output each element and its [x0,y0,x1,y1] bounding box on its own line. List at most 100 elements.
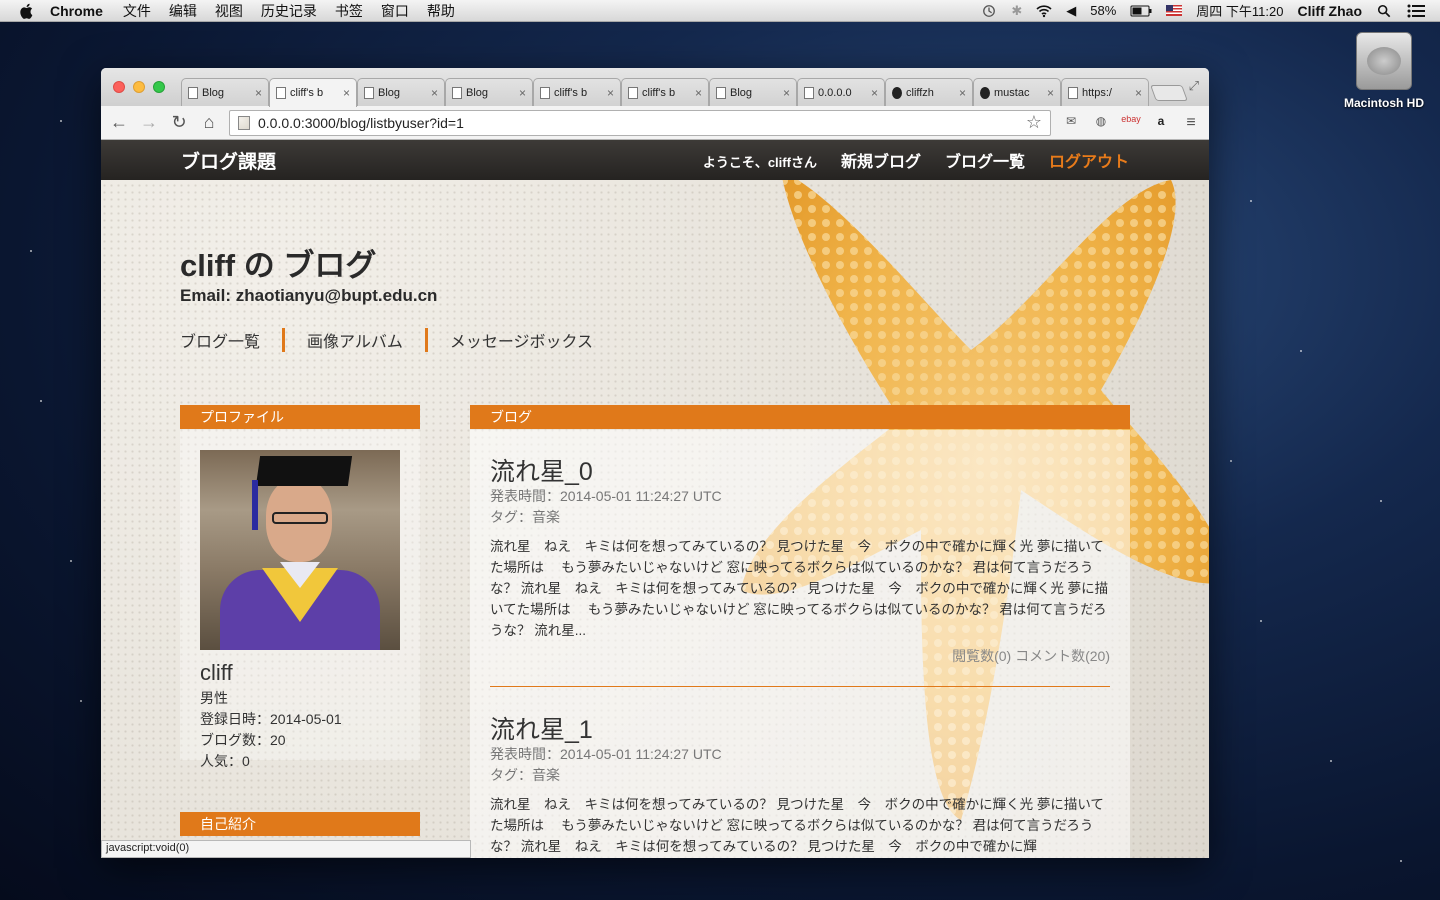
tab-title: Blog [378,86,401,99]
nav-new-blog[interactable]: 新規ブログ [841,148,921,172]
post-body: 流れ星 ねえ キミは何を想ってみているの？ 見つけた星 今 ボクの中で確かに輝く… [490,797,1104,854]
browser-tab[interactable]: Blog × [357,78,445,106]
github-icon [892,86,902,99]
subnav-photo-album[interactable]: 画像アルバム [307,328,403,352]
post-title[interactable]: 流れ星_0 [490,452,593,488]
amazon-extension-icon[interactable]: a [1151,114,1171,132]
volume-icon[interactable]: ◀ [1066,3,1076,19]
menu-window[interactable]: 窗口 [381,1,409,21]
menu-view[interactable]: 视图 [215,1,243,21]
close-tab-icon[interactable]: × [783,86,790,100]
fullscreen-icon[interactable]: ⤢ [1189,78,1199,94]
post-body: 流れ星 ねえ キミは何を想ってみているの？ 見つけた星 今 ボクの中で確かに輝く… [490,539,1109,638]
new-tab-button[interactable] [1150,85,1188,101]
browser-tab[interactable]: Blog × [445,78,533,106]
browser-tab[interactable]: Blog × [181,78,269,106]
post-stats[interactable]: 閲覧数(0) コメント数(20) [890,646,1110,666]
menu-file[interactable]: 文件 [123,1,151,21]
back-button[interactable]: ← [109,112,129,133]
menubar-clock[interactable]: 周四 下午11:20 [1196,1,1283,20]
close-tab-icon[interactable]: × [871,86,878,100]
notification-center-icon[interactable] [1406,4,1426,18]
browser-tab[interactable]: cliff's b × [269,78,357,107]
browser-tab[interactable]: Blog × [709,78,797,106]
reload-button[interactable]: ↻ [169,112,189,133]
browser-tab[interactable]: cliff's b × [533,78,621,106]
close-tab-icon[interactable]: × [959,86,966,100]
desktop-drive[interactable]: Macintosh HD [1338,32,1430,110]
minimize-window-button[interactable] [133,81,145,93]
tabs: Blog × cliff's b × Blog × Blog × cliff's b × cliff… [181,78,1188,107]
apple-icon[interactable] [18,2,36,20]
menu-help[interactable]: 帮助 [427,1,455,21]
home-button[interactable]: ⌂ [199,112,219,133]
app-menu-chrome[interactable]: Chrome [50,3,103,19]
subnav-blog-list[interactable]: ブログ一覧 [180,328,260,352]
us-flag-icon[interactable] [1166,5,1183,16]
nav-blog-list[interactable]: ブログ一覧 [945,148,1025,172]
page-icon [238,115,250,130]
close-tab-icon[interactable]: × [695,86,702,100]
battery-icon[interactable] [1130,4,1152,18]
blog-title: cliff の ブログ [180,248,377,283]
close-tab-icon[interactable]: × [431,86,438,100]
browser-toolbar: ← → ↻ ⌂ 0.0.0.0:3000/blog/listbyuser?id=… [101,106,1209,140]
subnav-divider [424,328,428,352]
bookmark-star-icon[interactable]: ☆ [1026,112,1042,133]
profile-popularity: 人気：0 [200,753,250,769]
browser-tab[interactable]: mustac × [973,78,1061,106]
status-bar: javascript:void(0) [101,840,471,858]
intro-header: 自己紹介 [180,812,420,836]
post-tag: タグ：音楽 [490,509,560,525]
hard-drive-icon[interactable] [1356,32,1412,90]
nav-logout[interactable]: ログアウト [1049,148,1129,172]
page-icon [1068,86,1078,99]
tab-title: cliff's b [554,86,588,99]
tab-title: cliffzh [906,86,934,99]
mail-extension-icon[interactable]: ✉ [1061,114,1081,132]
battery-percent: 58% [1090,3,1117,18]
page-icon [452,86,462,99]
forward-button[interactable]: → [139,112,159,133]
close-tab-icon[interactable]: × [1047,86,1054,100]
blog-subnav: ブログ一覧 画像アルバム メッセージボックス [180,328,593,352]
close-tab-icon[interactable]: × [343,86,350,100]
close-tab-icon[interactable]: × [607,86,614,100]
menu-history[interactable]: 历史记录 [261,1,317,21]
site-navbar: ブログ課題 ようこそ、cliffさん 新規ブログ ブログ一覧 ログアウト [101,140,1209,180]
menubar-user[interactable]: Cliff Zhao [1297,3,1362,19]
blog-email: Email: zhaotianyu@bupt.edu.cn [180,286,438,305]
profile-header: プロファイル [180,405,420,429]
browser-tab[interactable]: 0.0.0.0 × [797,78,885,106]
address-bar[interactable]: 0.0.0.0:3000/blog/listbyuser?id=1 ☆ [229,109,1051,136]
browser-window: Blog × cliff's b × Blog × Blog × cliff's b × cliff… [101,68,1209,858]
page-icon [540,86,550,99]
menu-edit[interactable]: 编辑 [169,1,197,21]
close-window-button[interactable] [113,81,125,93]
avatar [200,450,400,650]
browser-tab[interactable]: cliffzh × [885,78,973,106]
menu-icon[interactable]: ≡ [1181,114,1201,132]
time-machine-icon[interactable] [981,4,997,18]
post-title[interactable]: 流れ星_1 [490,710,593,746]
page-icon [716,86,726,99]
ebay-extension-icon[interactable]: ebay [1121,114,1141,132]
menu-bookmarks[interactable]: 书签 [335,1,363,21]
close-tab-icon[interactable]: × [1135,86,1142,100]
browser-tab[interactable]: cliff's b × [621,78,709,106]
zoom-window-button[interactable] [153,81,165,93]
blog-posts-header: ブログ [470,405,1130,429]
spotlight-search-icon[interactable] [1376,4,1392,18]
browser-tab[interactable]: https:/ × [1061,78,1149,106]
close-tab-icon[interactable]: × [255,86,262,100]
site-brand[interactable]: ブログ課題 [181,147,276,174]
globe-extension-icon[interactable]: ◍ [1091,114,1111,132]
close-tab-icon[interactable]: × [519,86,526,100]
page-icon [628,86,638,99]
drive-label: Macintosh HD [1343,96,1424,110]
wifi-icon[interactable] [1036,4,1052,18]
tab-strip: Blog × cliff's b × Blog × Blog × cliff's b × cliff… [101,68,1209,107]
subnav-message-box[interactable]: メッセージボックス [450,328,593,352]
bluetooth-icon[interactable]: ✱ [1011,3,1022,19]
address-url[interactable]: 0.0.0.0:3000/blog/listbyuser?id=1 [258,115,1018,131]
